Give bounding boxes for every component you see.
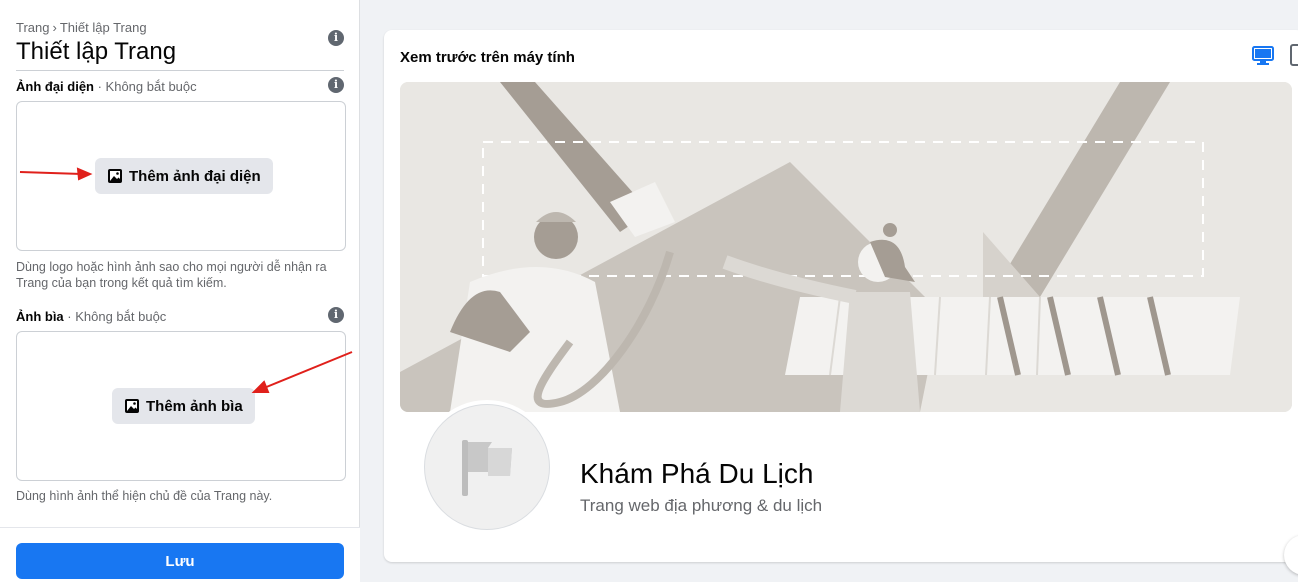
info-icon[interactable]: i xyxy=(328,307,344,323)
breadcrumb-parent[interactable]: Trang xyxy=(16,20,49,35)
profile-photo-optional: · Không bắt buộc xyxy=(94,79,197,94)
flag-icon xyxy=(462,440,512,496)
profile-photo-label: Ảnh đại diện · Không bắt buộc xyxy=(16,79,197,94)
profile-photo-title: Ảnh đại diện xyxy=(16,79,94,94)
breadcrumb: Trang › Thiết lập Trang xyxy=(16,20,147,35)
desktop-icon[interactable] xyxy=(1252,46,1274,66)
photo-icon xyxy=(108,169,122,183)
save-button[interactable]: Lưu xyxy=(16,543,344,579)
cover-photo-optional: · Không bắt buộc xyxy=(63,309,167,324)
settings-panel: Trang › Thiết lập Trang Thiết lập Trang i … xyxy=(0,0,360,582)
add-profile-photo-button[interactable]: Thêm ảnh đại diện xyxy=(95,158,273,194)
preview-page-category: Trang web địa phương & du lịch xyxy=(580,496,823,515)
avatar-placeholder xyxy=(424,404,550,530)
breadcrumb-current: Thiết lập Trang xyxy=(59,20,147,35)
photo-icon xyxy=(125,399,139,413)
avatar xyxy=(420,400,554,534)
cover-photo-help: Dùng hình ảnh thể hiện chủ đề của Trang … xyxy=(16,489,273,503)
add-cover-photo-button[interactable]: Thêm ảnh bìa xyxy=(112,388,255,424)
add-profile-photo-label: Thêm ảnh đại diện xyxy=(129,167,261,185)
cover-image-placeholder xyxy=(400,82,1292,412)
add-cover-photo-label: Thêm ảnh bìa xyxy=(146,397,243,415)
divider xyxy=(16,70,344,71)
profile-photo-help: Dùng logo hoặc hình ảnh sao cho mọi ngườ… xyxy=(16,260,327,290)
cover-illustration xyxy=(400,82,1292,412)
desktop-preview-card: Xem trước trên máy tính Khám Phá Du Lịch… xyxy=(384,30,1298,562)
mobile-icon[interactable] xyxy=(1290,44,1298,66)
preview-page-name: Khám Phá Du Lịch xyxy=(580,458,814,489)
page-title: Thiết lập Trang xyxy=(16,38,177,65)
breadcrumb-separator: › xyxy=(52,20,57,35)
cover-photo-label: Ảnh bìa · Không bắt buộc xyxy=(16,309,166,324)
preview-title: Xem trước trên máy tính xyxy=(400,49,575,66)
info-icon[interactable]: i xyxy=(328,77,344,93)
info-icon[interactable]: i xyxy=(328,30,344,46)
cover-photo-title: Ảnh bìa xyxy=(16,309,64,324)
